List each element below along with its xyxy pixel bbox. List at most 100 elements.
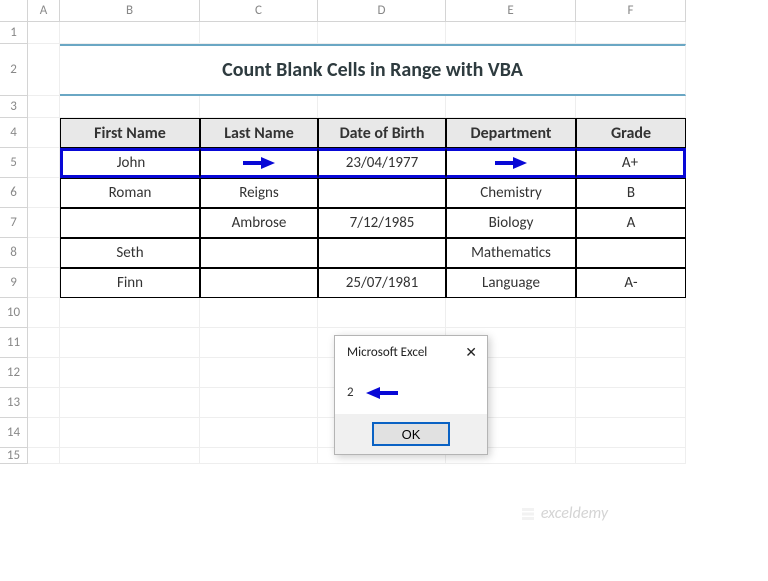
cell-b12[interactable]	[60, 358, 200, 388]
cell-d5[interactable]: 23/04/1977	[318, 148, 446, 178]
cell-b9[interactable]: Finn	[60, 268, 200, 298]
row-header-4[interactable]: 4	[0, 118, 28, 148]
cell-c3[interactable]	[200, 96, 318, 118]
cell-a14[interactable]	[28, 418, 60, 448]
col-header-e[interactable]: E	[446, 0, 576, 22]
cell-c14[interactable]	[200, 418, 318, 448]
select-all-corner[interactable]	[0, 0, 28, 22]
cell-f13[interactable]	[576, 388, 686, 418]
header-first-name[interactable]: First Name	[60, 118, 200, 148]
cell-f5[interactable]: A+	[576, 148, 686, 178]
dialog-titlebar[interactable]: Microsoft Excel ✕	[335, 336, 487, 365]
header-last-name[interactable]: Last Name	[200, 118, 318, 148]
cell-e3[interactable]	[446, 96, 576, 118]
cell-e6[interactable]: Chemistry	[446, 178, 576, 208]
header-grade[interactable]: Grade	[576, 118, 686, 148]
cell-d9[interactable]: 25/07/1981	[318, 268, 446, 298]
cell-a12[interactable]	[28, 358, 60, 388]
header-department[interactable]: Department	[446, 118, 576, 148]
row-header-13[interactable]: 13	[0, 388, 28, 418]
cell-c15[interactable]	[200, 448, 318, 464]
cell-f14[interactable]	[576, 418, 686, 448]
row-header-8[interactable]: 8	[0, 238, 28, 268]
cell-e7[interactable]: Biology	[446, 208, 576, 238]
cell-f3[interactable]	[576, 96, 686, 118]
cell-c6[interactable]: Reigns	[200, 178, 318, 208]
cell-a2[interactable]	[28, 44, 60, 96]
cell-f7[interactable]: A	[576, 208, 686, 238]
col-header-f[interactable]: F	[576, 0, 686, 22]
cell-c12[interactable]	[200, 358, 318, 388]
cell-b10[interactable]	[60, 298, 200, 328]
row-header-5[interactable]: 5	[0, 148, 28, 178]
cell-a11[interactable]	[28, 328, 60, 358]
cell-b5[interactable]: John	[60, 148, 200, 178]
cell-f9[interactable]: A-	[576, 268, 686, 298]
cell-b11[interactable]	[60, 328, 200, 358]
cell-b13[interactable]	[60, 388, 200, 418]
cell-c10[interactable]	[200, 298, 318, 328]
cell-c9[interactable]	[200, 268, 318, 298]
cell-d7[interactable]: 7/12/1985	[318, 208, 446, 238]
cell-b3[interactable]	[60, 96, 200, 118]
row-header-12[interactable]: 12	[0, 358, 28, 388]
row-header-2[interactable]: 2	[0, 44, 28, 96]
col-header-c[interactable]: C	[200, 0, 318, 22]
cell-f11[interactable]	[576, 328, 686, 358]
cell-b1[interactable]	[60, 22, 200, 44]
row-header-11[interactable]: 11	[0, 328, 28, 358]
cell-c7[interactable]: Ambrose	[200, 208, 318, 238]
col-header-b[interactable]: B	[60, 0, 200, 22]
cell-a7[interactable]	[28, 208, 60, 238]
cell-a8[interactable]	[28, 238, 60, 268]
cell-c1[interactable]	[200, 22, 318, 44]
cell-c11[interactable]	[200, 328, 318, 358]
row-header-14[interactable]: 14	[0, 418, 28, 448]
cell-c5[interactable]	[200, 148, 318, 178]
cell-b8[interactable]: Seth	[60, 238, 200, 268]
row-header-6[interactable]: 6	[0, 178, 28, 208]
cell-c13[interactable]	[200, 388, 318, 418]
cell-d6[interactable]	[318, 178, 446, 208]
cell-e9[interactable]: Language	[446, 268, 576, 298]
cell-e8[interactable]: Mathematics	[446, 238, 576, 268]
header-dob[interactable]: Date of Birth	[318, 118, 446, 148]
cell-d8[interactable]	[318, 238, 446, 268]
cell-a10[interactable]	[28, 298, 60, 328]
cell-b7[interactable]	[60, 208, 200, 238]
close-icon[interactable]: ✕	[465, 344, 477, 361]
ok-button[interactable]: OK	[372, 422, 450, 446]
cell-e1[interactable]	[446, 22, 576, 44]
row-header-9[interactable]: 9	[0, 268, 28, 298]
cell-f10[interactable]	[576, 298, 686, 328]
cell-b15[interactable]	[60, 448, 200, 464]
cell-a9[interactable]	[28, 268, 60, 298]
col-header-d[interactable]: D	[318, 0, 446, 22]
cell-a6[interactable]	[28, 178, 60, 208]
cell-b14[interactable]	[60, 418, 200, 448]
cell-f1[interactable]	[576, 22, 686, 44]
cell-d10[interactable]	[318, 298, 446, 328]
cell-a1[interactable]	[28, 22, 60, 44]
cell-e10[interactable]	[446, 298, 576, 328]
cell-a5[interactable]	[28, 148, 60, 178]
cell-f6[interactable]: B	[576, 178, 686, 208]
row-header-15[interactable]: 15	[0, 448, 28, 464]
cell-c8[interactable]	[200, 238, 318, 268]
row-header-10[interactable]: 10	[0, 298, 28, 328]
cell-e5[interactable]	[446, 148, 576, 178]
cell-d3[interactable]	[318, 96, 446, 118]
cell-f15[interactable]	[576, 448, 686, 464]
cell-a13[interactable]	[28, 388, 60, 418]
cell-f8[interactable]	[576, 238, 686, 268]
row-header-3[interactable]: 3	[0, 96, 28, 118]
cell-a4[interactable]	[28, 118, 60, 148]
cell-f12[interactable]	[576, 358, 686, 388]
col-header-a[interactable]: A	[28, 0, 60, 22]
cell-d1[interactable]	[318, 22, 446, 44]
row-header-1[interactable]: 1	[0, 22, 28, 44]
sheet-title[interactable]: Count Blank Cells in Range with VBA	[60, 44, 686, 96]
row-header-7[interactable]: 7	[0, 208, 28, 238]
cell-b6[interactable]: Roman	[60, 178, 200, 208]
cell-a3[interactable]	[28, 96, 60, 118]
